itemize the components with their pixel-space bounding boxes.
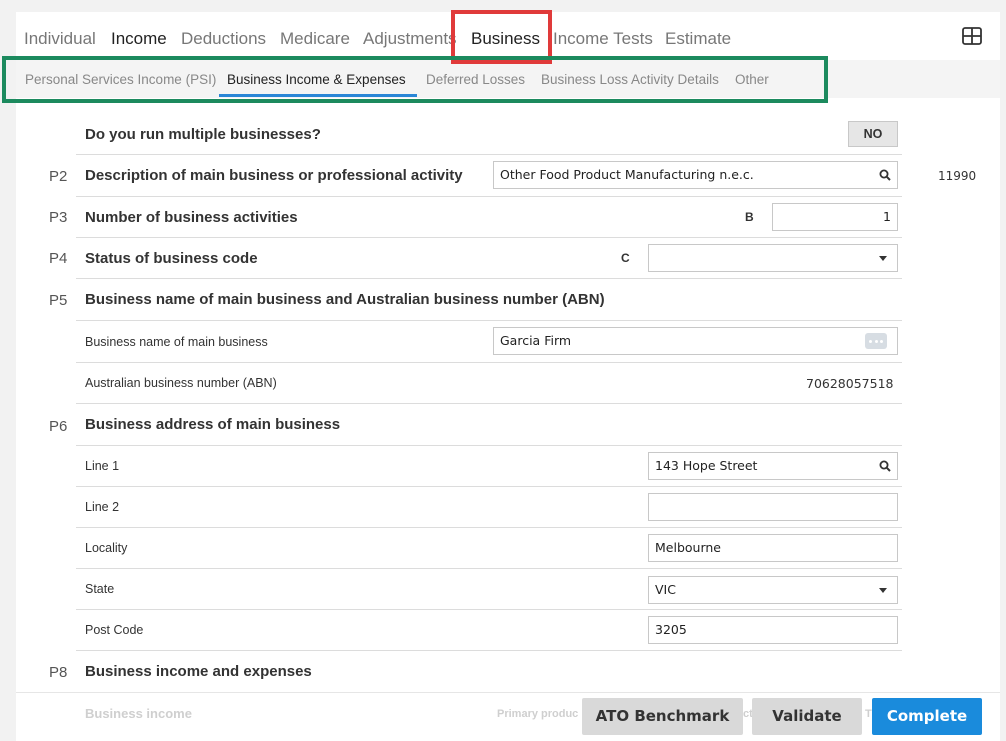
p5-label: Business name of main business and Austr…: [85, 291, 605, 308]
grid-layout-icon[interactable]: [962, 27, 982, 45]
divider: [76, 568, 902, 569]
business-status-code-select[interactable]: [648, 244, 898, 272]
divider: [76, 196, 902, 197]
p8-label: Business income and expenses: [85, 663, 312, 680]
main-business-activity-field[interactable]: Other Food Product Manufacturing n.e.c.: [493, 161, 898, 189]
label-c-tag: C: [621, 251, 630, 265]
ato-benchmark-button[interactable]: ATO Benchmark: [582, 698, 743, 735]
business-name-label: Business name of main business: [85, 335, 268, 349]
p8-number: P8: [49, 664, 68, 681]
address-line2-field[interactable]: [648, 493, 898, 521]
divider: [76, 650, 902, 651]
business-name-value: Garcia Firm: [500, 333, 572, 348]
chevron-down-icon: [879, 256, 887, 261]
tab-estimate[interactable]: Estimate: [665, 29, 731, 49]
p2-label: Description of main business or professi…: [85, 167, 463, 184]
validate-button[interactable]: Validate: [752, 698, 862, 735]
p6-label: Business address of main business: [85, 416, 341, 433]
business-income-label: Business income: [85, 706, 192, 721]
locality-field[interactable]: Melbourne: [648, 534, 898, 562]
divider: [76, 403, 902, 404]
tab-deductions[interactable]: Deductions: [181, 29, 266, 49]
p3-label: Number of business activities: [85, 209, 298, 226]
locality-label: Locality: [85, 541, 128, 555]
p4-number: P4: [49, 250, 68, 267]
p2-number: P2: [49, 168, 68, 185]
business-name-field[interactable]: Garcia Firm: [493, 327, 898, 355]
primary-production-column-label: Primary produc: [497, 708, 579, 720]
divider: [76, 320, 902, 321]
divider: [76, 154, 902, 155]
state-select[interactable]: VIC: [648, 576, 898, 604]
address-line1-field[interactable]: 143 Hope Street: [648, 452, 898, 480]
divider: [16, 692, 1000, 693]
abn-value: 70628057518: [806, 376, 894, 391]
divider: [76, 237, 902, 238]
activity-code: 11990: [938, 169, 977, 183]
multiple-businesses-label: Do you run multiple businesses?: [85, 126, 321, 143]
abn-label: Australian business number (ABN): [85, 376, 277, 390]
divider: [76, 278, 902, 279]
column-label-fragment: T: [865, 708, 872, 720]
divider: [76, 362, 902, 363]
chevron-down-icon: [879, 588, 887, 593]
main-business-activity-value: Other Food Product Manufacturing n.e.c.: [500, 167, 754, 182]
line2-label: Line 2: [85, 500, 120, 514]
address-line1-value: 143 Hope Street: [655, 458, 758, 473]
divider: [76, 445, 902, 446]
search-icon[interactable]: [879, 460, 891, 472]
tab-income[interactable]: Income: [111, 29, 167, 49]
label-b-tag: B: [745, 210, 754, 224]
tab-medicare[interactable]: Medicare: [280, 29, 350, 49]
more-options-icon[interactable]: [865, 333, 887, 349]
state-value: VIC: [655, 582, 676, 597]
complete-button[interactable]: Complete: [872, 698, 982, 735]
state-label: State: [85, 582, 115, 596]
p4-label: Status of business code: [85, 250, 258, 267]
divider: [76, 486, 902, 487]
postcode-field[interactable]: 3205: [648, 616, 898, 644]
divider: [76, 527, 902, 528]
line1-label: Line 1: [85, 459, 120, 473]
search-icon[interactable]: [879, 169, 891, 181]
divider: [76, 609, 902, 610]
p5-number: P5: [49, 292, 68, 309]
tab-adjustments[interactable]: Adjustments: [363, 29, 457, 49]
tab-individual[interactable]: Individual: [24, 29, 96, 49]
subtabs-highlight: [2, 56, 828, 103]
p6-number: P6: [49, 418, 68, 435]
tab-income-tests[interactable]: Income Tests: [553, 29, 653, 49]
p3-number: P3: [49, 209, 68, 226]
multiple-businesses-toggle[interactable]: NO: [848, 121, 898, 147]
business-activities-count-field[interactable]: 1: [772, 203, 898, 231]
postcode-label: Post Code: [85, 623, 144, 637]
